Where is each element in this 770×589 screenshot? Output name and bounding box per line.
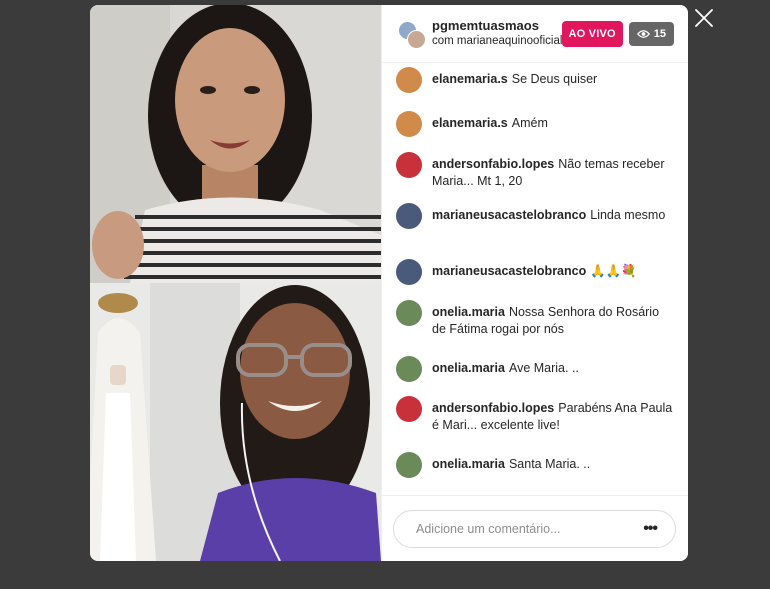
comment-item: marianeusacastelobranco Linda mesmo (396, 203, 676, 229)
comment-text: Se Deus quiser (511, 72, 598, 86)
comment-text: Ave Maria. .. (508, 361, 579, 375)
comment-item: onelia.maria Ave Maria. .. (396, 356, 676, 382)
comment-item: onelia.maria Santa Maria. .. (396, 452, 676, 478)
commenter-avatar[interactable] (396, 356, 422, 382)
comment-username[interactable]: onelia.maria (432, 361, 505, 375)
comment-username[interactable]: andersonfabio.lopes (432, 157, 554, 171)
comment-input[interactable] (414, 521, 644, 537)
viewer-count-badge: 15 (628, 21, 674, 46)
commenter-avatar[interactable] (396, 111, 422, 137)
comment-text: Linda mesmo (590, 208, 666, 222)
eye-icon (636, 29, 650, 38)
comment-text: Santa Maria. .. (508, 457, 591, 471)
comment-item: andersonfabio.lopes Não temas receber Mar… (396, 152, 676, 190)
comments-list: elanemaria.s Se Deus quiser elanemaria.s A… (382, 63, 688, 493)
commenter-avatar[interactable] (396, 452, 422, 478)
comment-text: Amém (511, 116, 548, 130)
live-chat-panel: pgmemtuasmaos com marianeaquinooficial A… (381, 5, 688, 561)
comment-item: elanemaria.s Amém (396, 111, 676, 137)
close-button[interactable] (692, 6, 716, 30)
host-video-stream (90, 5, 381, 283)
comment-username[interactable]: marianeusacastelobranco (432, 264, 586, 278)
host-info: pgmemtuasmaos com marianeaquinooficial (432, 18, 562, 49)
more-options-icon[interactable]: ••• (643, 520, 658, 538)
commenter-avatar[interactable] (396, 259, 422, 285)
comment-box[interactable]: ••• (393, 510, 676, 548)
commenter-avatar[interactable] (396, 300, 422, 326)
live-badge: AO VIVO (561, 20, 623, 47)
commenter-avatar[interactable] (396, 67, 422, 93)
comment-footer: ••• (382, 495, 688, 561)
comment-text: 🙏🙏💐 (590, 264, 637, 278)
comment-username[interactable]: marianeusacastelobranco (432, 208, 586, 222)
live-video-panel (90, 5, 381, 561)
host-avatar[interactable] (398, 20, 426, 49)
commenter-avatar[interactable] (396, 152, 422, 178)
commenter-avatar[interactable] (396, 203, 422, 229)
comment-username[interactable]: andersonfabio.lopes (432, 401, 554, 415)
guest-video-stream (90, 283, 381, 561)
viewer-count: 15 (653, 27, 666, 40)
with-guest-text[interactable]: com marianeaquinooficial (432, 34, 562, 49)
commenter-avatar[interactable] (396, 396, 422, 422)
live-modal: pgmemtuasmaos com marianeaquinooficial A… (90, 5, 688, 561)
comment-username[interactable]: elanemaria.s (432, 72, 508, 86)
live-header: pgmemtuasmaos com marianeaquinooficial A… (382, 5, 688, 63)
comment-item: elanemaria.s Se Deus quiser (396, 67, 676, 93)
comment-username[interactable]: onelia.maria (432, 305, 505, 319)
host-username[interactable]: pgmemtuasmaos (432, 18, 562, 34)
comment-username[interactable]: elanemaria.s (432, 116, 508, 130)
comment-item: andersonfabio.lopes Parabéns Ana Paula é … (396, 396, 676, 434)
comment-username[interactable]: onelia.maria (432, 457, 505, 471)
close-icon (695, 9, 713, 27)
comment-item: marianeusacastelobranco 🙏🙏💐 (396, 259, 676, 285)
comment-item: onelia.maria Nossa Senhora do Rosário de … (396, 300, 676, 338)
